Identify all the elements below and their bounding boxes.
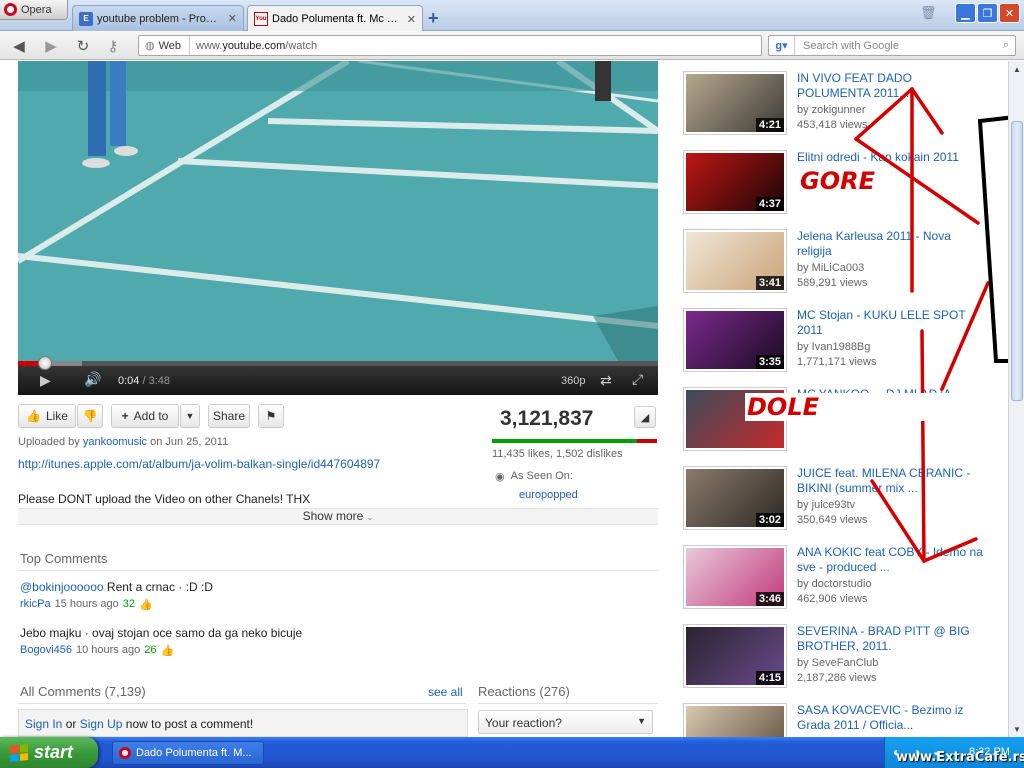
- url-path: /watch: [285, 39, 318, 52]
- search-placeholder: Search with Google: [803, 39, 899, 52]
- scroll-down-icon[interactable]: ▼: [1011, 723, 1023, 735]
- close-tab-icon[interactable]: ✕: [228, 12, 237, 25]
- annotation-down-label: DOLE: [745, 393, 965, 421]
- minimize-button[interactable]: ▁: [955, 3, 976, 23]
- url-domain: youtube.com: [222, 39, 286, 52]
- windows-logo-icon: [10, 743, 28, 762]
- opera-logo-icon: [4, 3, 17, 16]
- search-icon[interactable]: ⌕: [1003, 39, 1015, 52]
- watermark: www.ExtraCafe.rs: [896, 750, 1024, 765]
- windows-taskbar: start Dado Polumenta ft. M... ◐ ◑ ◒ 8:32…: [0, 737, 1024, 768]
- globe-icon: ◍: [145, 40, 155, 52]
- up-arrow-head-left: [854, 87, 914, 141]
- up-arrow-head-right: [910, 87, 944, 135]
- scroll-up-icon[interactable]: ▲: [1011, 63, 1023, 75]
- opera-logo-icon: [119, 747, 131, 759]
- opera-menu-button[interactable]: Opera: [0, 0, 68, 20]
- new-tab-button[interactable]: +: [428, 8, 439, 29]
- url-text[interactable]: www.youtube.com/watch: [190, 40, 317, 52]
- down-arrow-shaft: [920, 329, 926, 563]
- forum-favicon-icon: E: [79, 11, 93, 26]
- down-arrow-head-right: [922, 537, 978, 563]
- forward-icon[interactable]: ▶: [42, 37, 60, 55]
- web-mode-badge[interactable]: ◍ Web: [139, 36, 191, 55]
- browser-tab-bar: Opera E youtube problem - Progr... ✕ You…: [0, 0, 1024, 32]
- trash-icon[interactable]: 🗑: [920, 5, 937, 21]
- url-field[interactable]: ◍ Web www.youtube.com/watch: [138, 35, 762, 56]
- annotation-up-label: GORE: [798, 167, 877, 195]
- youtube-page: ▶ 🔊 0:04 / 3:48 360p ⇄ ⤢ 👍 Like 👎 + Add …: [0, 61, 1008, 737]
- down-arrow-head-left: [870, 479, 926, 563]
- tab-youtube-problem[interactable]: E youtube problem - Progr... ✕: [72, 5, 244, 31]
- start-label: start: [34, 742, 74, 762]
- reload-icon[interactable]: ↻: [74, 37, 92, 55]
- close-window-button[interactable]: ✕: [999, 3, 1020, 23]
- tab-dado-polumenta[interactable]: You Dado Polumenta ft. Mc Y... ✕: [247, 5, 423, 32]
- url-prefix: www.: [196, 39, 223, 52]
- black-bracket: [977, 115, 1008, 363]
- page-scrollbar[interactable]: ▲ ▼: [1008, 61, 1024, 737]
- taskbar-item-label: Dado Polumenta ft. M...: [136, 747, 252, 759]
- google-icon[interactable]: g▾: [769, 36, 795, 55]
- down-arrow-stroke: [940, 281, 990, 391]
- tab-label: Dado Polumenta ft. Mc Y...: [272, 13, 399, 25]
- address-toolbar: ◀ ▶ ↻ ⚷ ◍ Web www.youtube.com/watch g▾ S…: [0, 31, 1024, 60]
- close-tab-icon[interactable]: ✕: [407, 13, 416, 26]
- back-icon[interactable]: ◀: [10, 37, 28, 55]
- tab-label: youtube problem - Progr...: [97, 12, 220, 25]
- taskbar-item-opera[interactable]: Dado Polumenta ft. M...: [112, 741, 264, 765]
- web-mode-label: Web: [158, 39, 182, 52]
- opera-menu-label: Opera: [21, 3, 52, 16]
- scrollbar-thumb[interactable]: [1011, 121, 1023, 401]
- restore-button[interactable]: ❐: [977, 3, 998, 23]
- youtube-favicon-icon: You: [254, 12, 268, 26]
- search-field[interactable]: g▾ Search with Google ⌕: [768, 35, 1016, 56]
- key-icon[interactable]: ⚷: [104, 37, 122, 55]
- start-button[interactable]: start: [0, 737, 98, 768]
